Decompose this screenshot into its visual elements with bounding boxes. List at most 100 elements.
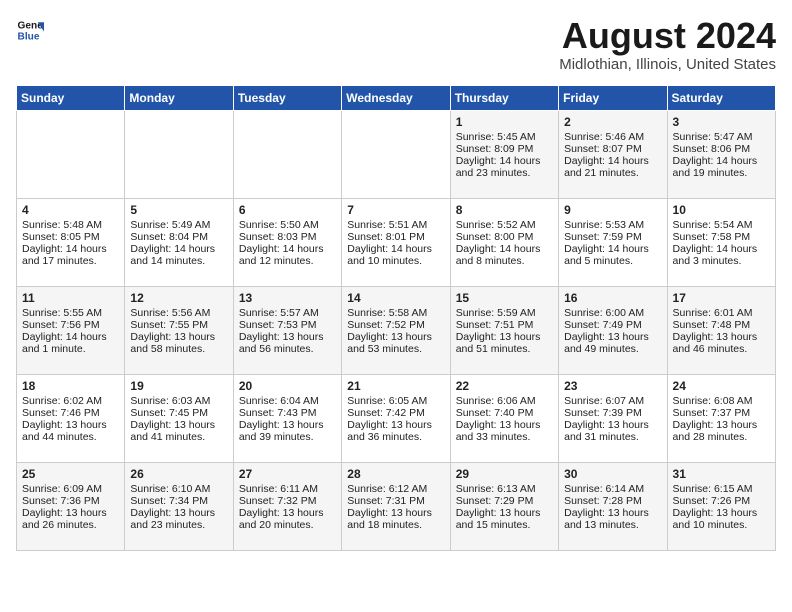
day-info: Daylight: 13 hours — [347, 331, 444, 343]
day-info: Sunrise: 5:52 AM — [456, 219, 553, 231]
day-info: Sunrise: 5:48 AM — [22, 219, 119, 231]
day-info: Daylight: 13 hours — [130, 331, 227, 343]
day-info: and 53 minutes. — [347, 343, 444, 355]
day-info: and 58 minutes. — [130, 343, 227, 355]
calendar-cell: 16Sunrise: 6:00 AMSunset: 7:49 PMDayligh… — [559, 286, 667, 374]
weekday-header-sunday: Sunday — [17, 85, 125, 110]
day-info: and 26 minutes. — [22, 519, 119, 531]
calendar-cell: 27Sunrise: 6:11 AMSunset: 7:32 PMDayligh… — [233, 462, 341, 550]
calendar-title: August 2024 — [559, 16, 776, 56]
weekday-header-wednesday: Wednesday — [342, 85, 450, 110]
day-info: and 14 minutes. — [130, 255, 227, 267]
day-info: and 1 minute. — [22, 343, 119, 355]
day-info: Daylight: 13 hours — [456, 419, 553, 431]
day-info: and 33 minutes. — [456, 431, 553, 443]
day-info: and 21 minutes. — [564, 167, 661, 179]
calendar-cell: 10Sunrise: 5:54 AMSunset: 7:58 PMDayligh… — [667, 198, 775, 286]
day-info: Sunset: 7:58 PM — [673, 231, 770, 243]
day-info: Sunrise: 5:53 AM — [564, 219, 661, 231]
day-number: 13 — [239, 291, 336, 305]
day-number: 14 — [347, 291, 444, 305]
day-info: Daylight: 14 hours — [456, 155, 553, 167]
day-info: Daylight: 13 hours — [239, 507, 336, 519]
day-info: Sunrise: 5:59 AM — [456, 307, 553, 319]
day-info: Sunset: 7:55 PM — [130, 319, 227, 331]
day-info: and 17 minutes. — [22, 255, 119, 267]
day-info: Daylight: 13 hours — [22, 419, 119, 431]
day-number: 18 — [22, 379, 119, 393]
calendar-cell: 7Sunrise: 5:51 AMSunset: 8:01 PMDaylight… — [342, 198, 450, 286]
day-info: Daylight: 13 hours — [22, 507, 119, 519]
day-info: and 20 minutes. — [239, 519, 336, 531]
day-info: Daylight: 13 hours — [347, 507, 444, 519]
day-info: Daylight: 13 hours — [564, 331, 661, 343]
day-info: Sunset: 7:51 PM — [456, 319, 553, 331]
calendar-cell: 29Sunrise: 6:13 AMSunset: 7:29 PMDayligh… — [450, 462, 558, 550]
day-info: Daylight: 14 hours — [673, 243, 770, 255]
day-info: Sunrise: 6:13 AM — [456, 483, 553, 495]
day-info: and 13 minutes. — [564, 519, 661, 531]
day-info: Sunset: 8:03 PM — [239, 231, 336, 243]
calendar-cell: 8Sunrise: 5:52 AMSunset: 8:00 PMDaylight… — [450, 198, 558, 286]
day-number: 8 — [456, 203, 553, 217]
day-info: and 23 minutes. — [130, 519, 227, 531]
day-info: Daylight: 13 hours — [347, 419, 444, 431]
calendar-cell — [342, 110, 450, 198]
day-info: Sunset: 7:59 PM — [564, 231, 661, 243]
day-info: Sunset: 7:45 PM — [130, 407, 227, 419]
day-info: Sunrise: 5:46 AM — [564, 131, 661, 143]
day-info: Sunrise: 6:07 AM — [564, 395, 661, 407]
calendar-cell: 6Sunrise: 5:50 AMSunset: 8:03 PMDaylight… — [233, 198, 341, 286]
calendar-cell — [233, 110, 341, 198]
calendar-cell: 5Sunrise: 5:49 AMSunset: 8:04 PMDaylight… — [125, 198, 233, 286]
day-info: Daylight: 13 hours — [564, 507, 661, 519]
day-info: and 19 minutes. — [673, 167, 770, 179]
calendar-cell: 20Sunrise: 6:04 AMSunset: 7:43 PMDayligh… — [233, 374, 341, 462]
day-number: 12 — [130, 291, 227, 305]
svg-text:General: General — [18, 20, 44, 31]
calendar-cell: 14Sunrise: 5:58 AMSunset: 7:52 PMDayligh… — [342, 286, 450, 374]
day-info: Sunset: 8:06 PM — [673, 143, 770, 155]
day-info: and 39 minutes. — [239, 431, 336, 443]
day-info: Sunset: 8:07 PM — [564, 143, 661, 155]
day-info: and 3 minutes. — [673, 255, 770, 267]
day-info: Sunrise: 5:57 AM — [239, 307, 336, 319]
day-number: 4 — [22, 203, 119, 217]
calendar-cell: 21Sunrise: 6:05 AMSunset: 7:42 PMDayligh… — [342, 374, 450, 462]
day-info: Sunrise: 5:45 AM — [456, 131, 553, 143]
day-info: Sunrise: 6:05 AM — [347, 395, 444, 407]
day-info: Daylight: 14 hours — [564, 155, 661, 167]
calendar-cell: 13Sunrise: 5:57 AMSunset: 7:53 PMDayligh… — [233, 286, 341, 374]
day-info: Sunset: 8:00 PM — [456, 231, 553, 243]
day-info: and 18 minutes. — [347, 519, 444, 531]
day-number: 15 — [456, 291, 553, 305]
day-info: Sunrise: 6:10 AM — [130, 483, 227, 495]
day-info: Sunset: 7:49 PM — [564, 319, 661, 331]
day-info: Daylight: 13 hours — [456, 507, 553, 519]
weekday-header-friday: Friday — [559, 85, 667, 110]
day-info: Sunset: 8:01 PM — [347, 231, 444, 243]
logo-icon: General Blue — [16, 16, 44, 44]
calendar-cell: 23Sunrise: 6:07 AMSunset: 7:39 PMDayligh… — [559, 374, 667, 462]
day-info: and 31 minutes. — [564, 431, 661, 443]
day-info: Sunrise: 6:02 AM — [22, 395, 119, 407]
day-info: Sunrise: 5:51 AM — [347, 219, 444, 231]
day-info: and 8 minutes. — [456, 255, 553, 267]
header: General Blue August 2024 Midlothian, Ill… — [16, 16, 776, 73]
day-info: Sunset: 7:56 PM — [22, 319, 119, 331]
day-number: 11 — [22, 291, 119, 305]
day-info: Sunrise: 6:01 AM — [673, 307, 770, 319]
day-number: 30 — [564, 467, 661, 481]
calendar-cell: 24Sunrise: 6:08 AMSunset: 7:37 PMDayligh… — [667, 374, 775, 462]
day-info: Sunset: 7:40 PM — [456, 407, 553, 419]
day-info: Sunrise: 5:55 AM — [22, 307, 119, 319]
day-info: and 23 minutes. — [456, 167, 553, 179]
day-info: Sunrise: 6:14 AM — [564, 483, 661, 495]
day-info: and 12 minutes. — [239, 255, 336, 267]
calendar-cell: 9Sunrise: 5:53 AMSunset: 7:59 PMDaylight… — [559, 198, 667, 286]
day-info: and 44 minutes. — [22, 431, 119, 443]
calendar-cell: 18Sunrise: 6:02 AMSunset: 7:46 PMDayligh… — [17, 374, 125, 462]
day-info: and 51 minutes. — [456, 343, 553, 355]
day-number: 28 — [347, 467, 444, 481]
day-info: and 56 minutes. — [239, 343, 336, 355]
